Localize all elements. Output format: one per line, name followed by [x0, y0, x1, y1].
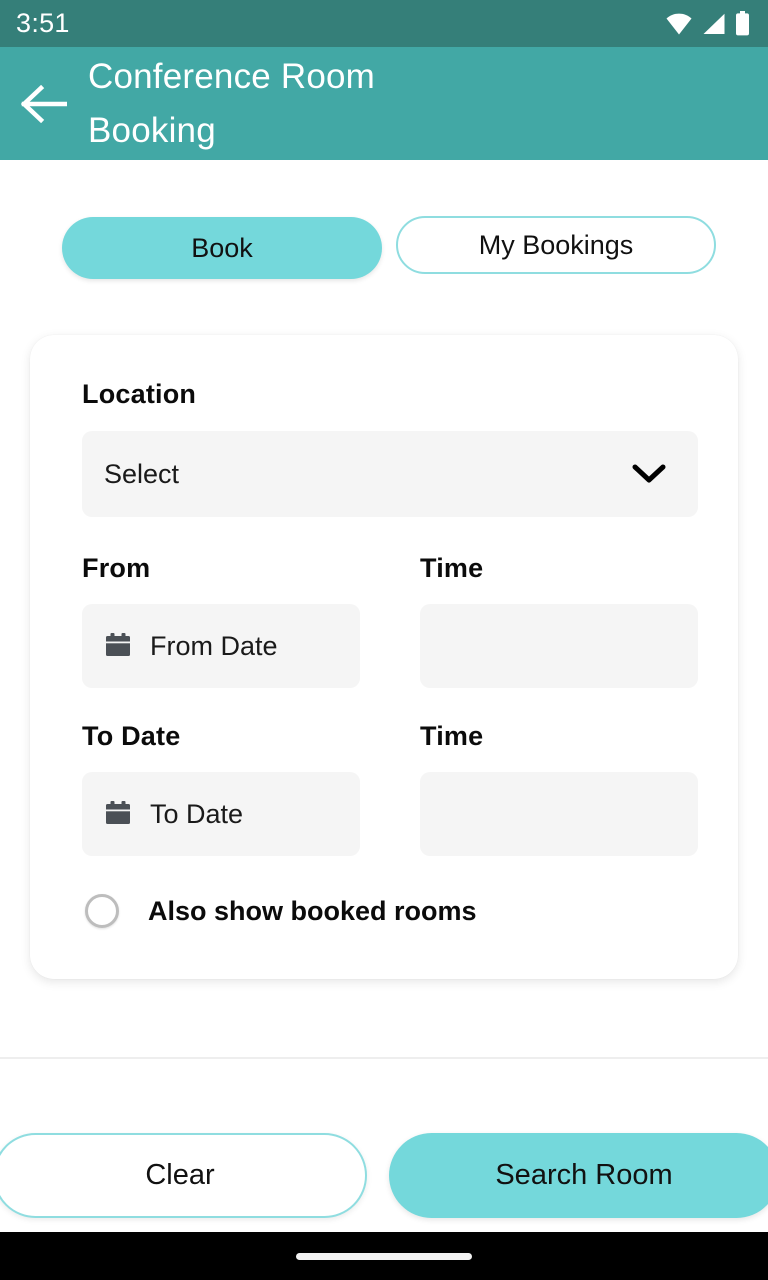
tab-my-bookings[interactable]: My Bookings [396, 216, 716, 274]
calendar-icon [106, 801, 130, 824]
also-show-booked-rooms-row[interactable]: Also show booked rooms [82, 894, 698, 928]
search-room-button[interactable]: Search Room [389, 1133, 768, 1218]
arrow-left-icon [21, 84, 67, 123]
app-screen: 3:51 Conference Room Booking Book My Boo… [0, 0, 768, 1280]
booking-form-card: Location Select From Time From Date To D… [30, 335, 738, 979]
chevron-down-icon [632, 464, 666, 483]
clear-button[interactable]: Clear [0, 1133, 367, 1218]
gesture-home-pill[interactable] [296, 1252, 472, 1260]
to-date-value: To Date [150, 798, 244, 829]
from-row-labels: From Time [82, 553, 698, 584]
wifi-icon [666, 13, 692, 34]
to-date-row: To Date Time To Date [82, 721, 698, 856]
battery-icon [736, 11, 749, 36]
row-spacer [360, 604, 420, 688]
tab-book[interactable]: Book [62, 217, 382, 279]
from-date-value: From Date [150, 630, 278, 661]
also-show-booked-rooms-radio[interactable] [85, 894, 119, 928]
app-bar: Conference Room Booking [0, 47, 768, 160]
cellular-signal-icon [703, 13, 725, 34]
location-select-value: Select [104, 458, 180, 489]
location-select[interactable]: Select [82, 431, 698, 517]
search-room-button-label: Search Room [495, 1159, 673, 1191]
tab-bar: Book My Bookings [0, 208, 768, 288]
clear-button-label: Clear [145, 1159, 215, 1191]
from-date-row: From Time From Date [82, 553, 698, 688]
to-date-input[interactable]: To Date [82, 772, 360, 856]
action-bar: Clear Search Room [0, 1130, 768, 1220]
from-date-input[interactable]: From Date [82, 604, 360, 688]
to-time-label: Time [420, 721, 484, 751]
location-label: Location [82, 379, 197, 409]
tab-book-label: Book [191, 232, 253, 263]
page-title: Conference Room Booking [88, 57, 376, 150]
back-button[interactable] [0, 47, 88, 160]
from-label: From [82, 553, 151, 583]
system-navigation-bar [0, 1232, 768, 1280]
to-row-inputs: To Date [82, 772, 698, 856]
calendar-icon [106, 633, 130, 656]
tab-my-bookings-label: My Bookings [478, 229, 634, 260]
to-label: To Date [82, 721, 181, 751]
status-bar-icons [666, 11, 750, 36]
to-row-labels: To Date Time [82, 721, 698, 752]
to-time-input[interactable] [420, 772, 698, 856]
also-show-booked-rooms-label: Also show booked rooms [148, 895, 477, 926]
from-time-label: Time [420, 553, 484, 583]
row-spacer [360, 772, 420, 856]
from-time-input[interactable] [420, 604, 698, 688]
status-bar-clock: 3:51 [16, 8, 70, 38]
status-bar: 3:51 [0, 0, 768, 47]
from-row-inputs: From Date [82, 604, 698, 688]
bottom-divider [0, 1057, 768, 1059]
